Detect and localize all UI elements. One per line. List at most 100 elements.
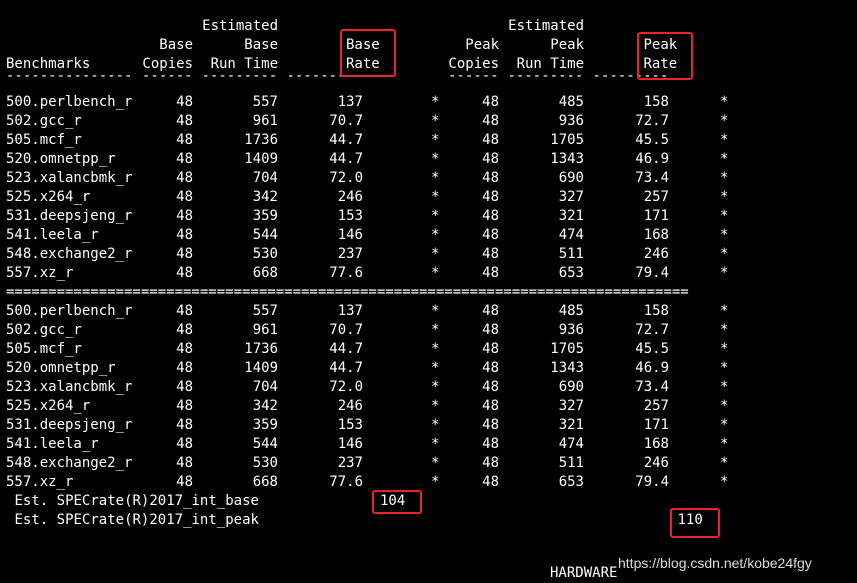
table-b-row: 500.perlbench_r 48 557 137 * 48 485 158 * xyxy=(6,302,851,321)
cell-ps: * xyxy=(720,94,729,110)
highlight-peak-rate-header xyxy=(637,32,693,80)
cell-br: 77.6 xyxy=(329,474,363,490)
summary-peak-line: Est. SPECrate(R)2017_int_peak 110 xyxy=(6,511,851,530)
table-b-row: 548.exchange2_r 48 530 237 * 48 511 246 * xyxy=(6,454,851,473)
cell-name: 548.exchange2_r xyxy=(6,246,133,262)
cell-pc: 48 xyxy=(482,322,499,338)
table-b-row: 541.leela_r 48 544 146 * 48 474 168 * xyxy=(6,435,851,454)
cell-br: 146 xyxy=(337,436,363,452)
cell-br: 44.7 xyxy=(329,132,363,148)
cell-pt: 1343 xyxy=(550,360,584,376)
cell-bc: 48 xyxy=(176,322,193,338)
cell-bt: 544 xyxy=(252,436,278,452)
cell-bs: * xyxy=(431,227,440,243)
cell-ps: * xyxy=(720,455,729,471)
summary-peak-label: Est. SPECrate(R)2017_int_peak xyxy=(14,512,259,528)
table-b-row: 525.x264_r 48 342 246 * 48 327 257 * xyxy=(6,397,851,416)
cell-bc: 48 xyxy=(176,360,193,376)
cell-ps: * xyxy=(720,189,729,205)
cell-pc: 48 xyxy=(482,474,499,490)
cell-pc: 48 xyxy=(482,379,499,395)
highlight-base-score xyxy=(372,490,422,514)
header-estimated-peak: Estimated xyxy=(508,18,584,34)
cell-ps: * xyxy=(720,436,729,452)
cell-br: 44.7 xyxy=(329,341,363,357)
cell-br: 137 xyxy=(337,303,363,319)
table-b-row: 505.mcf_r 48 1736 44.7 * 48 1705 45.5 * xyxy=(6,340,851,359)
cell-bc: 48 xyxy=(176,132,193,148)
separator-line: ========================================… xyxy=(6,284,689,300)
cell-bs: * xyxy=(431,132,440,148)
cell-bc: 48 xyxy=(176,379,193,395)
cell-bt: 704 xyxy=(252,379,278,395)
cell-pr: 45.5 xyxy=(635,341,669,357)
cell-bc: 48 xyxy=(176,398,193,414)
cell-pt: 474 xyxy=(558,436,584,452)
cell-bs: * xyxy=(431,398,440,414)
cell-bt: 530 xyxy=(252,455,278,471)
cell-br: 77.6 xyxy=(329,265,363,281)
cell-pr: 72.7 xyxy=(635,322,669,338)
cell-pr: 158 xyxy=(643,303,669,319)
cell-name: 500.perlbench_r xyxy=(6,94,133,110)
cell-br: 70.7 xyxy=(329,322,363,338)
cell-name: 505.mcf_r xyxy=(6,341,82,357)
header-peak-copies: Peak xyxy=(465,37,499,53)
dash-6: ------ xyxy=(448,68,499,84)
cell-name: 548.exchange2_r xyxy=(6,455,133,471)
cell-bc: 48 xyxy=(176,436,193,452)
cell-pr: 79.4 xyxy=(635,265,669,281)
cell-bt: 342 xyxy=(252,189,278,205)
cell-pt: 1343 xyxy=(550,151,584,167)
cell-pt: 327 xyxy=(558,189,584,205)
cell-pr: 73.4 xyxy=(635,170,669,186)
cell-ps: * xyxy=(720,303,729,319)
cell-bs: * xyxy=(431,417,440,433)
cell-pr: 72.7 xyxy=(635,113,669,129)
cell-name: 541.leela_r xyxy=(6,436,99,452)
cell-pt: 936 xyxy=(558,322,584,338)
cell-bs: * xyxy=(431,151,440,167)
table-a-row: 531.deepsjeng_r 48 359 153 * 48 321 171 * xyxy=(6,207,851,226)
cell-ps: * xyxy=(720,132,729,148)
cell-pr: 158 xyxy=(643,94,669,110)
cell-br: 237 xyxy=(337,246,363,262)
cell-name: 523.xalancbmk_r xyxy=(6,170,133,186)
highlight-peak-score xyxy=(670,508,720,538)
cell-br: 146 xyxy=(337,227,363,243)
cell-ps: * xyxy=(720,398,729,414)
cell-bc: 48 xyxy=(176,94,193,110)
dash-7: --------- xyxy=(507,68,584,84)
cell-name: 525.x264_r xyxy=(6,398,91,414)
cell-pc: 48 xyxy=(482,113,499,129)
cell-pc: 48 xyxy=(482,341,499,357)
cell-pr: 257 xyxy=(643,189,669,205)
cell-pc: 48 xyxy=(482,398,499,414)
cell-bc: 48 xyxy=(176,246,193,262)
cell-br: 246 xyxy=(337,398,363,414)
cell-br: 44.7 xyxy=(329,360,363,376)
cell-bt: 359 xyxy=(252,417,278,433)
cell-br: 137 xyxy=(337,94,363,110)
table-b-row: 520.omnetpp_r 48 1409 44.7 * 48 1343 46.9 * xyxy=(6,359,851,378)
cell-pt: 690 xyxy=(558,170,584,186)
cell-pr: 257 xyxy=(643,398,669,414)
cell-bt: 544 xyxy=(252,227,278,243)
summary-base-line: Est. SPECrate(R)2017_int_base 104 xyxy=(6,492,851,511)
cell-pt: 485 xyxy=(558,94,584,110)
table-b-row: 523.xalancbmk_r 48 704 72.0 * 48 690 73.4 * xyxy=(6,378,851,397)
cell-pr: 79.4 xyxy=(635,474,669,490)
table-a-row: 523.xalancbmk_r 48 704 72.0 * 48 690 73.4 * xyxy=(6,169,851,188)
cell-bs: * xyxy=(431,189,440,205)
cell-ps: * xyxy=(720,170,729,186)
cell-pt: 653 xyxy=(558,265,584,281)
cell-ps: * xyxy=(720,208,729,224)
cell-bs: * xyxy=(431,246,440,262)
cell-name: 502.gcc_r xyxy=(6,322,82,338)
cell-bs: * xyxy=(431,265,440,281)
header-base-copies: Base xyxy=(159,37,193,53)
cell-ps: * xyxy=(720,474,729,490)
cell-bs: * xyxy=(431,474,440,490)
cell-pc: 48 xyxy=(482,265,499,281)
cell-pt: 690 xyxy=(558,379,584,395)
